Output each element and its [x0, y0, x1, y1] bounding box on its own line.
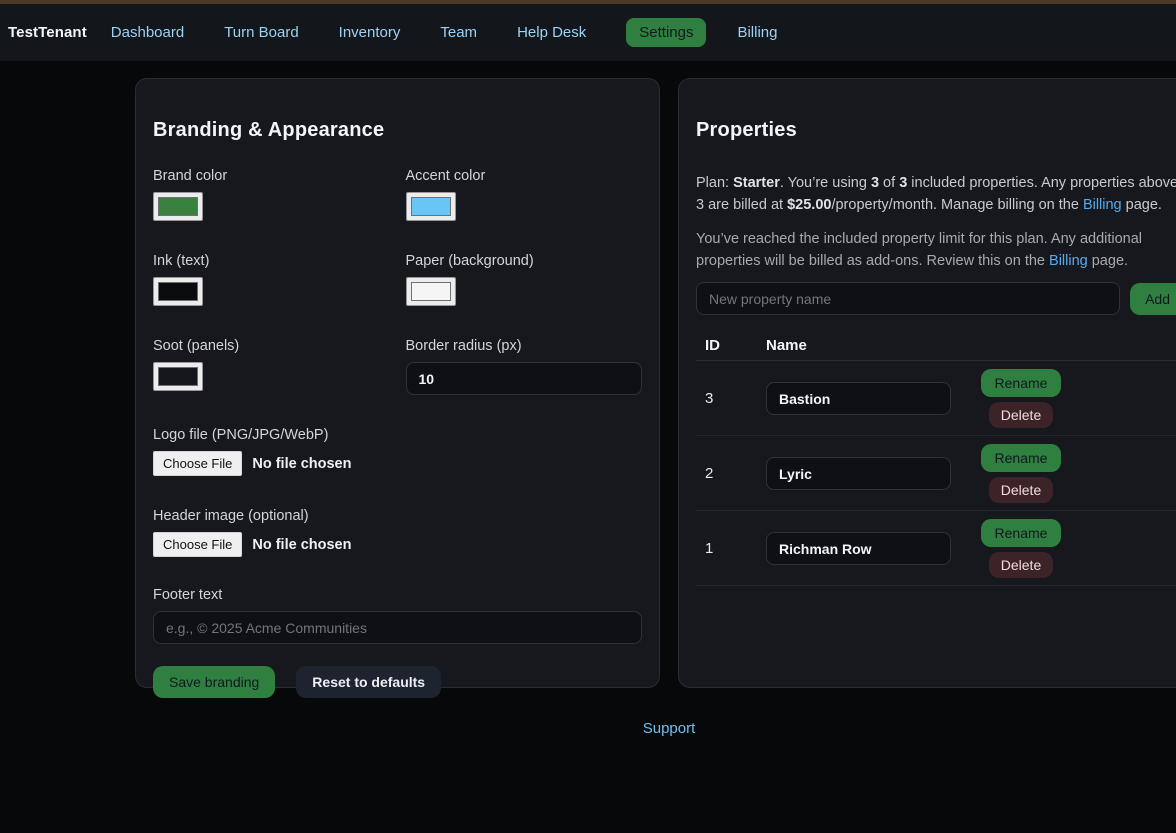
new-property-input[interactable] [696, 282, 1120, 315]
paper-color-input[interactable] [406, 277, 456, 306]
add-property-button[interactable]: Add [1130, 283, 1176, 315]
table-row: 1 Rename Delete [696, 511, 1176, 586]
brand-color-label: Brand color [153, 168, 390, 184]
logo-file-field: Logo file (PNG/JPG/WebP) Choose File No … [153, 427, 642, 476]
property-name-cell [766, 532, 961, 565]
footer-text-label: Footer text [153, 587, 642, 603]
delete-button[interactable]: Delete [989, 552, 1053, 578]
property-id: 1 [696, 540, 766, 557]
support-link[interactable]: Support [643, 720, 696, 737]
header-choose-file-button[interactable]: Choose File [153, 532, 242, 557]
add-property-row: Add [696, 282, 1176, 315]
main-nav: TestTenant Dashboard Turn Board Inventory T… [0, 4, 1176, 61]
nav-links: Dashboard Turn Board Inventory Team Help Des… [111, 18, 818, 47]
plan-text: Plan: Starter. You’re using 3 of 3 inclu… [696, 172, 1176, 216]
paper-color-swatch [411, 282, 451, 301]
properties-panel: Properties Plan: Starter. You’re using 3… [678, 78, 1176, 688]
header-file-status: No file chosen [252, 537, 351, 553]
brand-color-swatch [158, 197, 198, 216]
properties-title: Properties [696, 119, 1176, 142]
accent-color-swatch [411, 197, 451, 216]
table-row: 3 Rename Delete [696, 361, 1176, 436]
ink-color-input[interactable] [153, 277, 203, 306]
ink-color-field: Ink (text) [153, 253, 390, 306]
brand-color-input[interactable] [153, 192, 203, 221]
nav-item-dashboard[interactable]: Dashboard [111, 24, 184, 41]
property-name-input[interactable] [766, 532, 951, 565]
accent-color-input[interactable] [406, 192, 456, 221]
logo-choose-file-button[interactable]: Choose File [153, 451, 242, 476]
delete-button[interactable]: Delete [989, 477, 1053, 503]
soot-color-swatch [158, 367, 198, 386]
border-radius-field: Border radius (px) [406, 338, 643, 395]
rename-button[interactable]: Rename [981, 519, 1062, 547]
table-body: 3 Rename Delete 2 Rename Delete 1 Rename… [696, 361, 1176, 586]
logo-file-label: Logo file (PNG/JPG/WebP) [153, 427, 642, 443]
billing-link[interactable]: Billing [1049, 253, 1088, 269]
property-name-cell [766, 457, 961, 490]
rename-button[interactable]: Rename [981, 369, 1062, 397]
ink-color-swatch [158, 282, 198, 301]
property-id: 2 [696, 465, 766, 482]
paper-color-field: Paper (background) [406, 253, 643, 306]
header-id: ID [696, 337, 766, 354]
property-name-input[interactable] [766, 382, 951, 415]
ink-color-label: Ink (text) [153, 253, 390, 269]
header-name: Name [766, 337, 961, 354]
footer-text-field: Footer text [153, 587, 642, 644]
nav-item-settings[interactable]: Settings [626, 18, 706, 47]
property-actions: Rename Delete [961, 361, 1081, 436]
property-id: 3 [696, 390, 766, 407]
page-footer: Support [135, 720, 1176, 738]
accent-color-field: Accent color [406, 168, 643, 221]
accent-color-label: Accent color [406, 168, 643, 184]
nav-item-team[interactable]: Team [440, 24, 477, 41]
footer-text-input[interactable] [153, 611, 642, 644]
limit-warning-text: You’ve reached the included property lim… [696, 228, 1176, 272]
table-header: ID Name [696, 331, 1176, 361]
header-image-label: Header image (optional) [153, 508, 642, 524]
reset-defaults-button[interactable]: Reset to defaults [296, 666, 441, 698]
billing-link[interactable]: Billing [1083, 197, 1122, 213]
main-content: Branding & Appearance Brand color Accent… [135, 78, 1176, 688]
branding-title: Branding & Appearance [153, 119, 642, 142]
soot-color-field: Soot (panels) [153, 338, 390, 395]
delete-button[interactable]: Delete [989, 402, 1053, 428]
paper-color-label: Paper (background) [406, 253, 643, 269]
rename-button[interactable]: Rename [981, 444, 1062, 472]
nav-item-inventory[interactable]: Inventory [339, 24, 401, 41]
border-radius-input[interactable] [406, 362, 643, 395]
header-image-field: Header image (optional) Choose File No f… [153, 508, 642, 557]
property-name-input[interactable] [766, 457, 951, 490]
brand-color-field: Brand color [153, 168, 390, 221]
soot-color-input[interactable] [153, 362, 203, 391]
branding-panel: Branding & Appearance Brand color Accent… [135, 78, 660, 688]
brand-name: TestTenant [8, 24, 87, 41]
properties-table: ID Name 3 Rename Delete 2 Rename Delete … [696, 331, 1176, 586]
property-actions: Rename Delete [961, 436, 1081, 511]
bold-text: $25.00 [787, 197, 831, 213]
nav-item-billing[interactable]: Billing [737, 24, 777, 41]
bold-text: Starter [733, 175, 780, 191]
table-row: 2 Rename Delete [696, 436, 1176, 511]
property-name-cell [766, 382, 961, 415]
soot-color-label: Soot (panels) [153, 338, 390, 354]
bold-text: 3 [871, 175, 879, 191]
nav-item-help-desk[interactable]: Help Desk [517, 24, 586, 41]
property-actions: Rename Delete [961, 511, 1081, 586]
save-branding-button[interactable]: Save branding [153, 666, 275, 698]
nav-item-turn-board[interactable]: Turn Board [224, 24, 298, 41]
logo-file-status: No file chosen [252, 456, 351, 472]
border-radius-label: Border radius (px) [406, 338, 643, 354]
